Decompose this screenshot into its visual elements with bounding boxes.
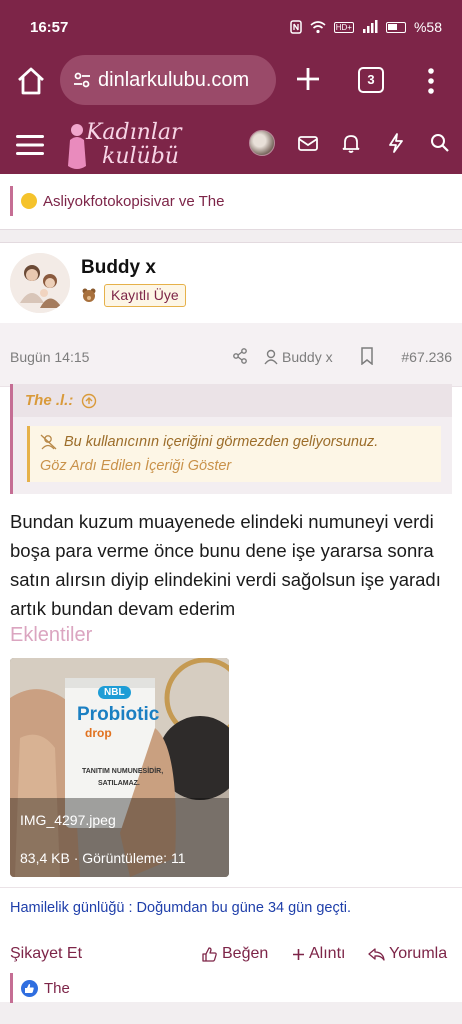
meta-username: Buddy x bbox=[282, 349, 333, 365]
ignored-text: Bu kullanıcının içeriğini görmezden geli… bbox=[64, 434, 379, 450]
previous-post-footer: Asliyokfotokopisivar ve The bbox=[0, 174, 462, 230]
attachments-title: Eklentiler bbox=[10, 624, 93, 646]
user-role-badge: Kayıtlı Üye bbox=[104, 284, 186, 307]
attachment-info: 83,4 KB · Görüntüleme: 11 bbox=[20, 850, 186, 866]
reply-label: Yorumla bbox=[389, 945, 448, 962]
nfc-icon bbox=[289, 20, 302, 34]
status-time: 16:57 bbox=[30, 19, 69, 36]
box-note1: TANITIM NUMUNESİDİR, bbox=[82, 768, 164, 775]
quote-block: The .l.: Bu kullanıcının içeriğini görme… bbox=[10, 384, 452, 494]
muted-user-icon bbox=[40, 434, 57, 450]
logo-line2: kulübü bbox=[102, 144, 179, 169]
ignored-content-notice: Bu kullanıcının içeriğini görmezden geli… bbox=[27, 426, 441, 482]
reaction-users[interactable]: Asliyokfotokopisivar ve The bbox=[43, 193, 224, 210]
search-icon[interactable] bbox=[429, 132, 451, 154]
status-icons: HD+ %58 bbox=[289, 19, 442, 35]
like-users[interactable]: The bbox=[44, 980, 70, 997]
plus-icon bbox=[293, 948, 304, 960]
share-icon[interactable] bbox=[232, 348, 248, 364]
reaction-bar[interactable]: Asliyokfotokopisivar ve The bbox=[10, 186, 452, 216]
battery-icon bbox=[385, 21, 406, 33]
inbox-icon[interactable] bbox=[297, 132, 319, 154]
post-meta-bar: Bugün 14:15 Buddy x #67.236 bbox=[0, 323, 462, 387]
bookmark-icon[interactable] bbox=[360, 347, 374, 365]
quote-header[interactable]: The .l.: bbox=[13, 384, 452, 417]
url-bar[interactable]: dinlarkulubu.com bbox=[60, 55, 276, 105]
site-logo[interactable]: Kadınlar kulübü bbox=[64, 120, 194, 172]
arrow-up-circle-icon[interactable] bbox=[81, 393, 97, 409]
tab-switcher-button[interactable]: 3 bbox=[358, 67, 384, 93]
box-brand: NBL bbox=[98, 686, 131, 699]
report-button[interactable]: Şikayet Et bbox=[10, 945, 82, 963]
bear-icon bbox=[82, 288, 96, 302]
site-settings-icon[interactable] bbox=[72, 70, 92, 90]
site-header: Kadınlar kulübü bbox=[0, 118, 462, 174]
box-sub: drop bbox=[85, 726, 112, 740]
signal-icon bbox=[362, 20, 378, 33]
post-actions: Şikayet Et Beğen Alıntı Yorumla bbox=[0, 935, 462, 975]
laugh-reaction-icon bbox=[21, 193, 37, 209]
user-avatar[interactable] bbox=[249, 130, 275, 156]
hamburger-menu-icon[interactable] bbox=[16, 134, 44, 156]
post-meta-user[interactable]: Buddy x bbox=[264, 349, 333, 365]
user-icon bbox=[264, 349, 278, 365]
box-product: Probiotic bbox=[77, 704, 160, 725]
author-avatar[interactable] bbox=[10, 253, 70, 313]
more-menu-icon[interactable] bbox=[424, 66, 438, 96]
lightning-icon[interactable] bbox=[385, 132, 407, 154]
avatar-illustration-icon bbox=[10, 253, 70, 313]
attachment-filename: IMG_4297.jpeg bbox=[20, 812, 116, 828]
bell-icon[interactable] bbox=[340, 132, 362, 154]
quote-label: Alıntı bbox=[309, 945, 346, 962]
wifi-icon bbox=[310, 21, 326, 34]
post-number[interactable]: #67.236 bbox=[401, 349, 452, 365]
like-reaction-icon bbox=[21, 979, 38, 997]
hd-badge: HD+ bbox=[333, 21, 354, 33]
battery-percent: %58 bbox=[413, 19, 442, 35]
quote-button[interactable]: Alıntı bbox=[292, 945, 345, 963]
quote-author: The .l.: bbox=[25, 392, 74, 409]
like-label: Beğen bbox=[222, 945, 269, 962]
url-text: dinlarkulubu.com bbox=[98, 68, 250, 91]
author-name[interactable]: Buddy x bbox=[81, 257, 156, 279]
logo-line1: Kadınlar bbox=[86, 120, 182, 145]
box-note2: SATILAMAZ. bbox=[98, 780, 140, 787]
thumbs-up-icon bbox=[202, 946, 217, 962]
reply-icon bbox=[368, 947, 385, 961]
reply-button[interactable]: Yorumla bbox=[368, 945, 447, 963]
attachment-thumbnail[interactable]: NBL Probiotic drop TANITIM NUMUNESİDİR, … bbox=[10, 658, 229, 877]
browser-toolbar: dinlarkulubu.com 3 bbox=[0, 52, 462, 118]
post-body: Bundan kuzum muayenede elindeki numuneyi… bbox=[10, 511, 441, 619]
status-bar: 16:57 HD+ %58 bbox=[0, 0, 462, 52]
home-icon[interactable] bbox=[14, 64, 48, 98]
user-signature: Hamilelik günlüğü : Doğumdan bu güne 34 … bbox=[0, 887, 462, 935]
show-ignored-link[interactable]: Göz Ardı Edilen İçeriği Göster bbox=[40, 458, 431, 474]
post-date[interactable]: Bugün 14:15 bbox=[10, 349, 89, 365]
likes-bar[interactable]: The bbox=[10, 973, 452, 1003]
like-button[interactable]: Beğen bbox=[201, 945, 268, 963]
post-card: Buddy x Kayıtlı Üye Bugün 14:15 Buddy x … bbox=[0, 242, 462, 1003]
new-tab-icon[interactable] bbox=[293, 64, 323, 94]
